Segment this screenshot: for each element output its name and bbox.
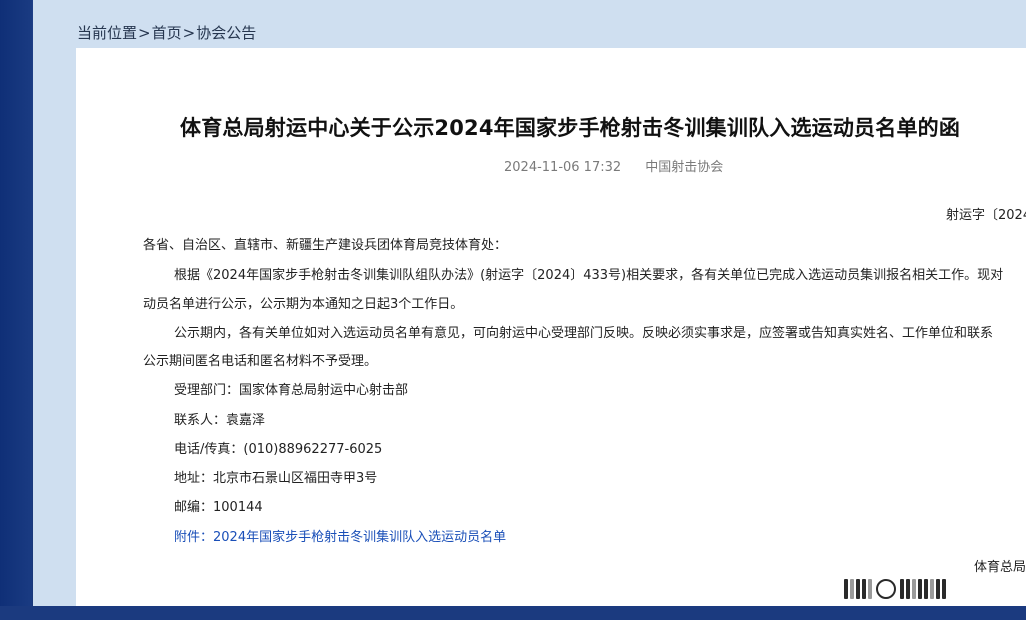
bar-icon	[862, 579, 866, 599]
breadcrumb: 当前位置 > 首页 > 协会公告	[77, 22, 256, 43]
breadcrumb-section-link[interactable]: 协会公告	[196, 22, 256, 43]
breadcrumb-label: 当前位置	[77, 24, 138, 42]
postcode-line: 邮编：100144	[174, 500, 263, 515]
attachment-link[interactable]: 附件：2024年国家步手枪射击冬训集训队入选运动员名单	[174, 526, 506, 545]
watermark-toolbar	[844, 574, 1026, 604]
article-meta: 2024-11-06 17:32 中国射击协会	[504, 156, 723, 175]
paragraph-2-line-2: 公示期间匿名电话和匿名材料不予受理。	[143, 354, 378, 369]
bar-icon	[850, 579, 854, 599]
bar-icon	[942, 579, 946, 599]
breadcrumb-separator: >	[138, 23, 151, 42]
bar-icon	[936, 579, 940, 599]
bottom-background-strip	[0, 606, 1026, 620]
bar-icon	[906, 579, 910, 599]
bar-icon	[868, 579, 872, 599]
document-number: 射运字〔2024	[946, 208, 1026, 223]
bar-icon	[924, 579, 928, 599]
bar-icon	[856, 579, 860, 599]
bar-icon	[930, 579, 934, 599]
phone-line: 电话/传真：(010)88962277-6025	[174, 442, 383, 457]
article-date: 2024-11-06 17:32	[504, 160, 622, 175]
bar-icon	[900, 579, 904, 599]
dept-line: 受理部门：国家体育总局射运中心射击部	[174, 383, 409, 398]
page-frame: 当前位置 > 首页 > 协会公告 体育总局射运中心关于公示2024年国家步手枪射…	[33, 0, 1026, 606]
bar-icon	[918, 579, 922, 599]
breadcrumb-separator: >	[182, 23, 196, 42]
circle-icon	[876, 579, 896, 599]
article-panel: 体育总局射运中心关于公示2024年国家步手枪射击冬训集训队入选运动员名单的函 2…	[76, 48, 1026, 606]
signature: 体育总局	[974, 560, 1026, 575]
paragraph-2-line-1: 公示期内，各有关单位如对入选运动员名单有意见，可向射运中心受理部门反映。反映必须…	[174, 326, 994, 341]
paragraph-1-line-2: 动员名单进行公示，公示期为本通知之日起3个工作日。	[143, 297, 464, 312]
left-background-strip	[0, 0, 32, 620]
address-line: 地址：北京市石景山区福田寺甲3号	[174, 471, 378, 486]
paragraph-1-line-1: 根据《2024年国家步手枪射击冬训集训队组队办法》(射运字〔2024〕433号)…	[174, 268, 1004, 283]
bar-icon	[912, 579, 916, 599]
article-source: 中国射击协会	[645, 160, 724, 175]
breadcrumb-home-link[interactable]: 首页	[152, 22, 182, 43]
contact-line: 联系人：袁嘉泽	[174, 413, 266, 428]
salutation: 各省、自治区、直辖市、新疆生产建设兵团体育局竞技体育处：	[143, 238, 508, 253]
article-title: 体育总局射运中心关于公示2024年国家步手枪射击冬训集训队入选运动员名单的函	[180, 116, 961, 140]
bar-icon	[844, 579, 848, 599]
